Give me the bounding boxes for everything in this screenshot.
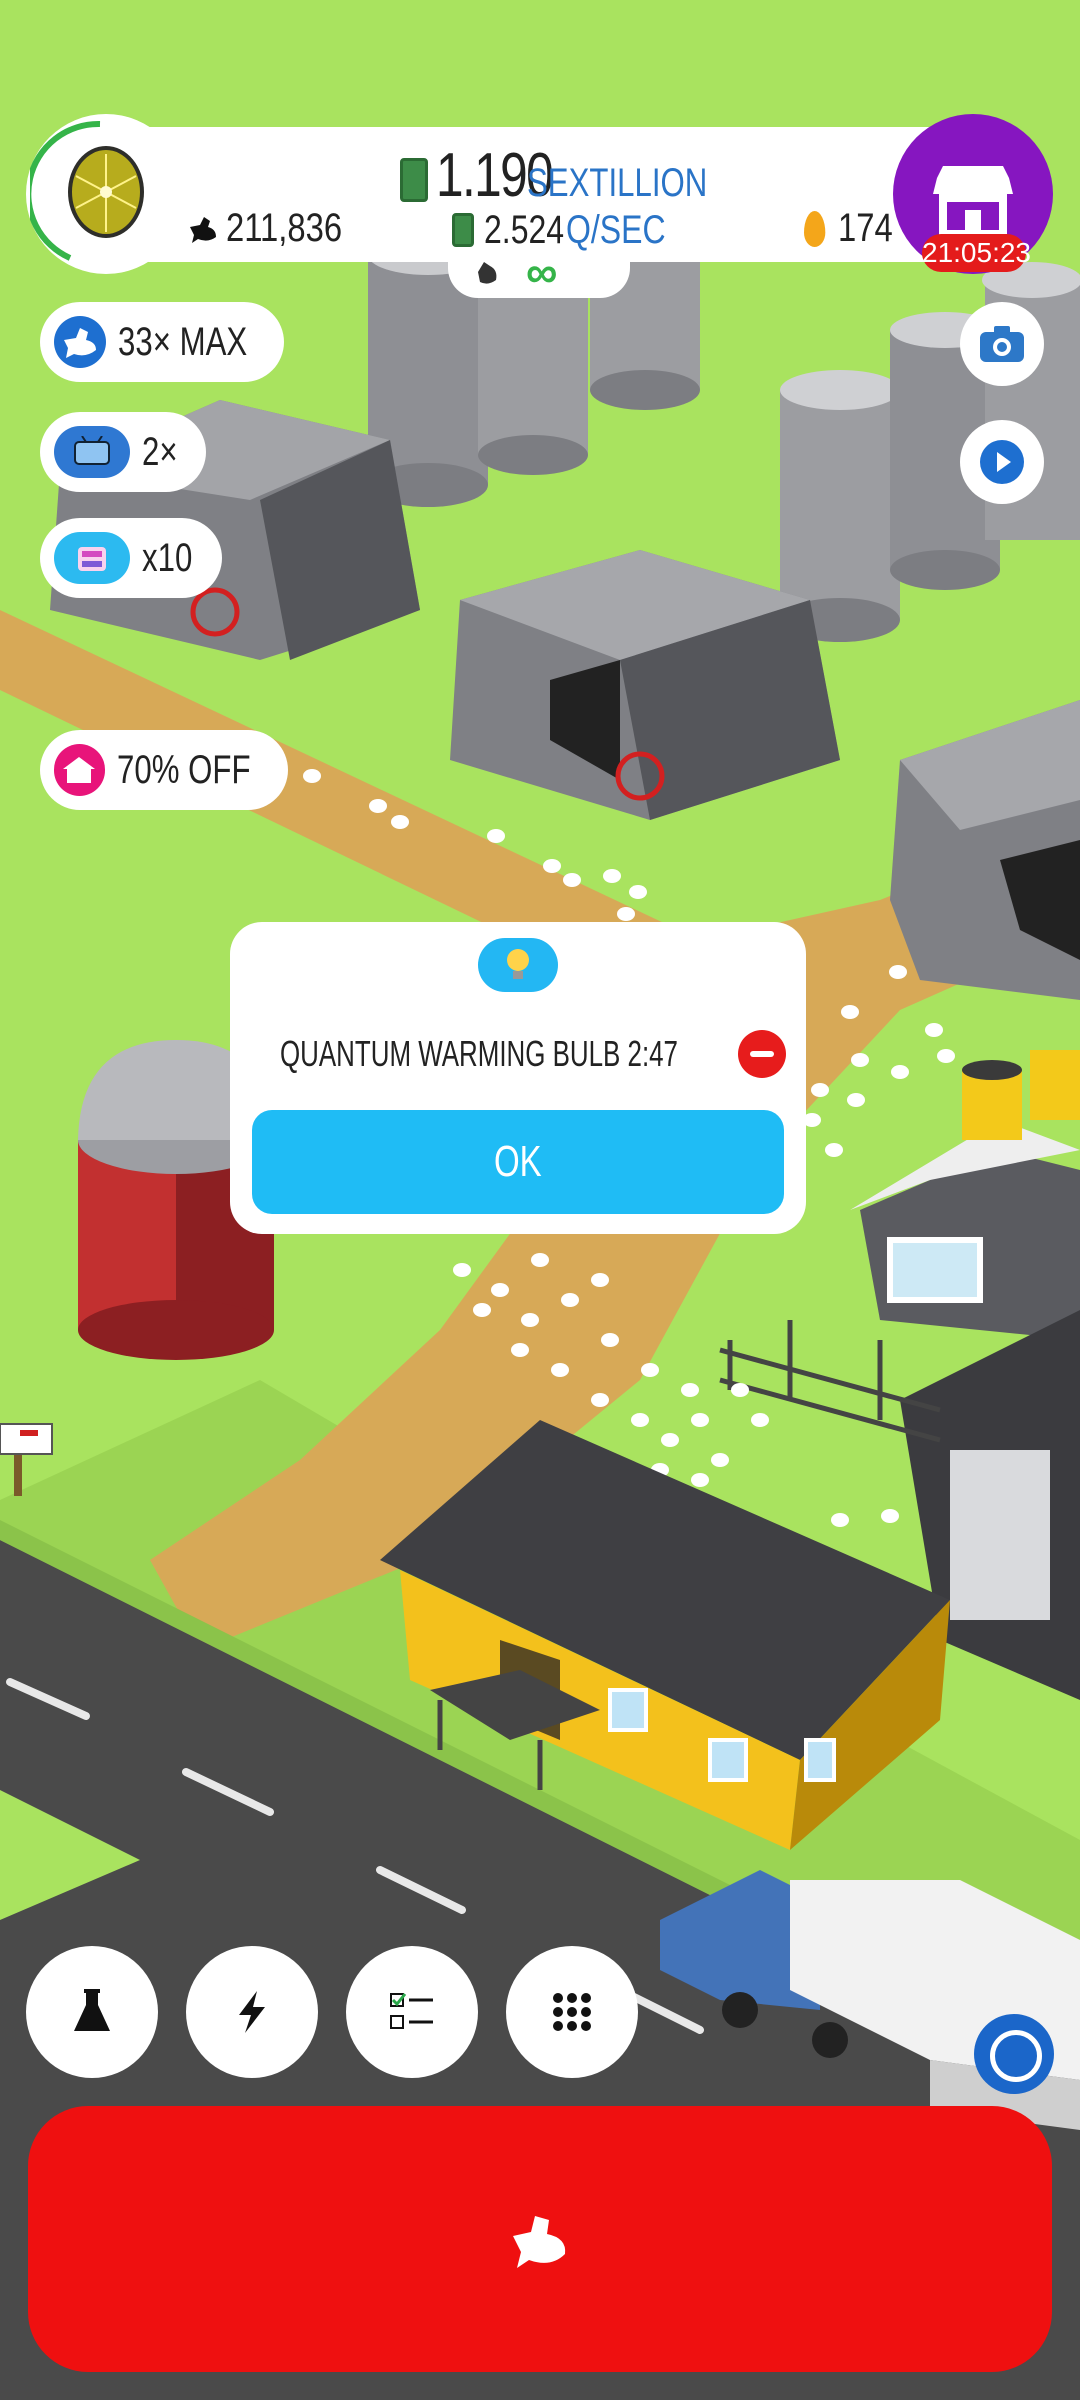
multiplier-label: x10	[142, 535, 193, 580]
chicken-count: 211,836	[186, 206, 368, 251]
video-boost-label: 2×	[142, 429, 178, 474]
tv-icon	[54, 426, 130, 478]
max-chicken-boost[interactable]: 33× MAX	[40, 302, 284, 382]
boost-name: QUANTUM WARMING BULB 2:47	[280, 1033, 678, 1074]
chicken-silhouette-icon	[478, 262, 497, 284]
money-unit: SEXTILLION	[527, 161, 708, 205]
research-button[interactable]	[26, 1946, 158, 2078]
grid-menu-icon	[553, 1993, 591, 2031]
shop-timer: 21:05:23	[922, 234, 1031, 272]
ok-button[interactable]: OK	[252, 1110, 784, 1214]
cash-icon	[400, 158, 428, 202]
multiplier-boost[interactable]: x10	[40, 518, 222, 598]
menu-button[interactable]	[506, 1946, 638, 2078]
camera-button[interactable]	[960, 302, 1044, 386]
chicken-count-value: 211,836	[226, 206, 343, 250]
infinite-capacity-icon: ∞	[526, 248, 558, 297]
lightning-icon	[239, 1991, 265, 2033]
income-rate: 2.524 Q/SEC	[452, 208, 691, 253]
drone-target-button[interactable]	[974, 2014, 1054, 2094]
discount-label: 70% OFF	[116, 747, 251, 792]
boost-dialog: QUANTUM WARMING BULB 2:47 OK	[230, 922, 806, 1234]
play-icon	[980, 440, 1024, 484]
missions-button[interactable]	[346, 1946, 478, 2078]
video-reward-button[interactable]	[960, 420, 1044, 504]
hatch-chicken-button[interactable]	[28, 2106, 1052, 2372]
income-rate-value: 2.524	[484, 208, 565, 252]
chicken-icon	[54, 316, 107, 368]
chicken-icon	[513, 2216, 566, 2268]
video-boost[interactable]: 2×	[40, 412, 206, 492]
chicken-icon	[190, 216, 216, 243]
max-chicken-label: 33× MAX	[118, 319, 248, 364]
silo-icon	[54, 532, 130, 584]
boosts-button[interactable]	[186, 1946, 318, 2078]
golden-egg-icon	[804, 210, 826, 247]
ok-button-label: OK	[494, 1137, 542, 1186]
camera-icon	[980, 326, 1024, 362]
checklist-icon	[390, 1993, 433, 2029]
money-total: 1.190 SEXTILLION	[400, 140, 758, 210]
discount-boost[interactable]: 70% OFF	[40, 730, 288, 810]
flask-icon	[74, 1989, 110, 2031]
golden-egg-count: 174	[804, 206, 905, 251]
egg-icon	[68, 146, 144, 238]
lightbulb-icon	[478, 938, 558, 992]
active-boost-row: QUANTUM WARMING BULB 2:47	[266, 1026, 786, 1082]
remove-boost-button[interactable]	[738, 1030, 786, 1078]
golden-egg-value: 174	[838, 206, 893, 250]
income-rate-unit: Q/SEC	[566, 208, 666, 252]
cash-icon	[452, 213, 474, 247]
home-icon	[54, 744, 105, 796]
